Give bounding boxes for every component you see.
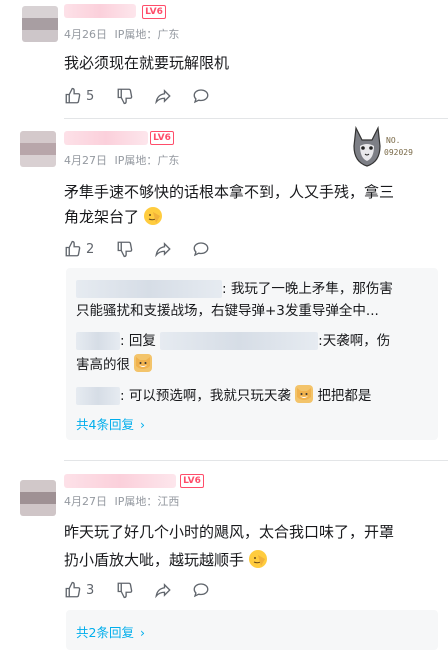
level-badge: LV6 xyxy=(142,5,166,19)
like-icon xyxy=(65,581,81,598)
share-button[interactable] xyxy=(154,581,172,599)
divider xyxy=(64,118,448,119)
reply-username[interactable] xyxy=(76,332,120,350)
like-button[interactable]: 5 xyxy=(64,87,94,105)
username[interactable] xyxy=(64,474,176,488)
facepalm-emoji-icon xyxy=(248,550,267,568)
dislike-button[interactable] xyxy=(116,240,134,258)
like-count: 5 xyxy=(86,88,95,104)
level-badge: LV6 xyxy=(150,131,174,145)
like-button[interactable]: 2 xyxy=(64,240,94,258)
view-more-replies-link[interactable]: 共4条回复 › xyxy=(76,414,145,433)
comment-date: 4月27日 xyxy=(64,154,107,167)
view-more-replies-link[interactable]: 共2条回复 › xyxy=(76,622,145,641)
badge-label: NO. xyxy=(386,136,401,145)
chevron-right-icon: › xyxy=(139,625,145,640)
avatar[interactable] xyxy=(20,131,56,167)
share-button[interactable] xyxy=(154,87,172,105)
comment-text-line1: 矛隼手速不够快的话根本拿不到，人又手残，拿三 xyxy=(64,183,395,201)
comment-button[interactable] xyxy=(192,240,210,258)
share-button[interactable] xyxy=(154,240,172,258)
like-count: 2 xyxy=(86,241,95,257)
dislike-icon xyxy=(117,88,133,105)
chevron-right-icon: › xyxy=(139,417,145,432)
ip-location: IP属地：江西 xyxy=(114,495,180,508)
comment-text-line2: 扔小盾放大呲，越玩越顺手 xyxy=(64,548,267,572)
comment-date: 4月27日 xyxy=(64,495,107,508)
comment-button[interactable] xyxy=(192,87,210,105)
ip-location: IP属地：广东 xyxy=(114,28,180,41)
like-button[interactable]: 3 xyxy=(64,581,94,599)
ip-location: IP属地：广东 xyxy=(114,154,180,167)
username[interactable] xyxy=(64,4,136,18)
dislike-icon xyxy=(117,241,133,258)
reply-item-cont: 只能骚扰和支援战场，右键导弹+3发重导弹全中... xyxy=(76,303,379,319)
fan-badge[interactable]: NO. 092029 xyxy=(350,124,422,172)
comment-icon xyxy=(193,89,209,104)
reply-item-cont: 害高的很 xyxy=(76,354,153,376)
comment-text-line2: 角龙架台了 xyxy=(64,205,162,229)
wolf-mascot-icon xyxy=(353,126,381,167)
comment-date: 4月26日 xyxy=(64,28,107,41)
reply-target-username[interactable] xyxy=(160,332,319,350)
comment-meta: 4月27日 IP属地：江西 xyxy=(64,493,183,509)
facepalm-emoji-icon xyxy=(143,207,162,225)
comment-icon xyxy=(193,242,209,257)
reply-username[interactable] xyxy=(76,387,120,405)
like-icon xyxy=(65,240,81,257)
avatar[interactable] xyxy=(22,6,58,42)
comment-icon xyxy=(193,583,209,598)
divider xyxy=(64,460,448,461)
share-icon xyxy=(155,242,171,258)
dislike-icon xyxy=(117,582,133,599)
avatar[interactable] xyxy=(20,480,56,516)
comment-meta: 4月26日 IP属地：广东 xyxy=(64,26,183,42)
comment-text-line1: 昨天玩了好几个小时的飓风，太合我口味了，开罩 xyxy=(64,523,395,541)
level-badge: LV6 xyxy=(180,474,204,488)
reply-username[interactable] xyxy=(76,280,222,298)
badge-number: 092029 xyxy=(384,148,413,157)
username[interactable] xyxy=(64,131,148,145)
dog-emoji-icon xyxy=(134,354,153,372)
share-icon xyxy=(155,583,171,599)
reply-item[interactable]: : 回复 :天袭啊，伤 xyxy=(76,330,390,352)
share-icon xyxy=(155,89,171,105)
like-icon xyxy=(65,87,81,104)
comment-text: 我必须现在就要玩解限机 xyxy=(64,54,230,72)
dislike-button[interactable] xyxy=(116,581,134,599)
dislike-button[interactable] xyxy=(116,87,134,105)
comment-meta: 4月27日 IP属地：广东 xyxy=(64,152,183,168)
reply-item[interactable]: : 可以预选啊，我就只玩天袭 把把都是 xyxy=(76,385,371,407)
comment-button[interactable] xyxy=(192,581,210,599)
reply-item[interactable]: : 我玩了一晚上矛隼，那伤害 xyxy=(76,278,393,300)
like-count: 3 xyxy=(86,582,95,598)
dog-emoji-icon xyxy=(295,385,314,403)
